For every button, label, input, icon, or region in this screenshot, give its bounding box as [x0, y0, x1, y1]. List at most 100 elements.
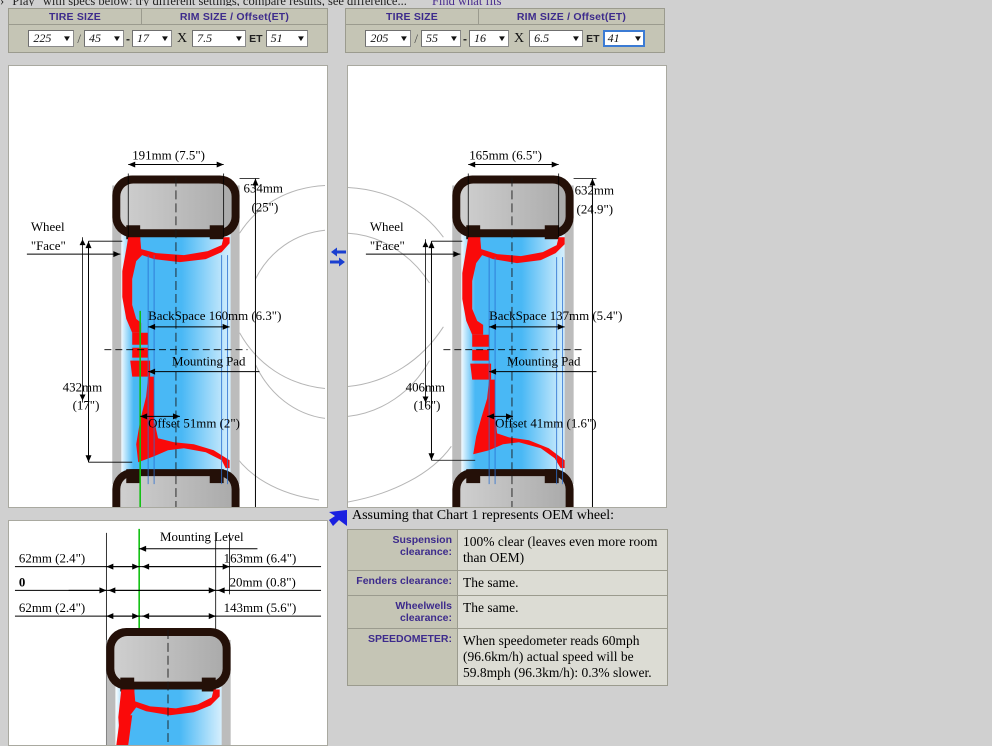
rim-width-value-left: 7.5 — [197, 31, 213, 45]
spec-left-tire-header: TIRE SIZE — [9, 9, 142, 25]
overlay-right-bot-label: 143mm (5.6") — [224, 601, 297, 615]
dim-offset: Offset 41mm (1.6") — [487, 413, 597, 430]
spec-selector-left: TIRE SIZE RIM SIZE / Offset(ET) 225 ▼ / … — [8, 8, 328, 53]
dim-tire-diameter-label: 634mm — [244, 180, 283, 195]
chevron-down-icon: ▼ — [449, 34, 460, 43]
tire-aspect-value-left: 45 — [89, 31, 102, 45]
dim-offset-label: Offset 41mm (1.6") — [495, 415, 596, 430]
dim-tire-diameter-inches: (25") — [251, 199, 278, 214]
table-row: Suspension clearance: 100% clear (leaves… — [347, 529, 668, 571]
wheel-face-callout: Wheel "Face" — [26, 219, 121, 403]
wheel-cross-section-chart-2: 165mm (6.5") 632mm (24.9") Wheel "Face" — [347, 65, 667, 508]
tire-width-select-right[interactable]: 205 ▼ — [365, 30, 412, 47]
result-value-wheelwells: The same. — [457, 594, 668, 629]
find-what-fits-link[interactable]: Find what fits — [432, 0, 501, 6]
results-heading: Assuming that Chart 1 represents OEM whe… — [352, 508, 615, 523]
dim-offset: Offset 51mm (2") — [140, 413, 240, 430]
overlay-left-bot-label: 62mm (2.4") — [19, 601, 85, 615]
spec-right-tire-header: TIRE SIZE — [346, 9, 479, 25]
et-label-right: ET — [586, 32, 600, 45]
tire-diameter-select-right[interactable]: 16 ▼ — [469, 30, 510, 47]
mounting-pad-label: Mounting Pad — [172, 354, 246, 369]
rim-width-select-right[interactable]: 6.5 ▼ — [529, 30, 584, 47]
tire-width-value-right: 205 — [370, 31, 389, 45]
chevron-down-icon: ▼ — [295, 34, 306, 43]
tire-aspect-select-right[interactable]: 55 ▼ — [421, 30, 462, 47]
dim-backspace: BackSpace 137mm (5.4") — [489, 308, 622, 330]
dim-rim-diameter-label: 432mm — [63, 380, 102, 395]
mounting-level-label: Mounting Level — [160, 530, 244, 544]
results-pointer — [327, 507, 349, 529]
overlay-row-bottom: 62mm (2.4") 143mm (5.6") — [14, 601, 322, 620]
spec-left-header-row: TIRE SIZE RIM SIZE / Offset(ET) — [9, 9, 327, 25]
chevron-down-icon: ▼ — [497, 34, 508, 43]
tire-diameter-value-left: 17 — [137, 31, 150, 45]
wheel-overlay-comparison-chart: Mounting Level 62mm (2.4") 163mm (6.4") … — [8, 520, 328, 746]
spec-right-header-row: TIRE SIZE RIM SIZE / Offset(ET) — [346, 9, 664, 25]
tire-bottom-section — [452, 469, 574, 507]
wheel-face-callout: Wheel "Face" — [365, 219, 461, 405]
tire-aspect-value-right: 55 — [426, 31, 439, 45]
result-key-fenders: Fenders clearance: — [347, 569, 458, 596]
spec-selector-right: TIRE SIZE RIM SIZE / Offset(ET) 205 ▼ / … — [345, 8, 665, 53]
spec-right-rim-header: RIM SIZE / Offset(ET) — [479, 9, 664, 25]
overlay-right-top-label: 163mm (6.4") — [224, 552, 297, 566]
dim-offset-label: Offset 51mm (2") — [148, 415, 240, 430]
overlay-left-top-label: 62mm (2.4") — [19, 552, 85, 566]
table-row: SPEEDOMETER: When speedometer reads 60mp… — [347, 627, 668, 686]
wheel-face-line1: Wheel — [31, 219, 65, 234]
spec-left-control-row: 225 ▼ / 45 ▼ - 17 ▼ X 7.5 ▼ ET 51 ▼ — [9, 25, 327, 52]
dash-separator-right: - — [463, 31, 468, 46]
tire-diameter-select-left[interactable]: 17 ▼ — [132, 30, 173, 47]
et-label-left: ET — [249, 32, 263, 45]
chevron-down-icon: ▼ — [399, 34, 410, 43]
slash-separator-left: / — [77, 30, 82, 46]
tire-top-section — [452, 175, 574, 240]
chevron-down-icon: ▼ — [632, 34, 643, 43]
dim-tire-diameter: 632mm (24.9") — [573, 178, 614, 507]
dash-separator-left: - — [126, 31, 131, 46]
chevron-down-icon: ▼ — [112, 34, 123, 43]
top-notice-bar: › "Play" with specs below: try different… — [0, 0, 992, 6]
rim-width-select-left[interactable]: 7.5 ▼ — [192, 30, 247, 47]
result-key-speedometer: SPEEDOMETER: — [347, 627, 458, 686]
dim-backspace-label: BackSpace 137mm (5.4") — [489, 308, 622, 323]
overlay-left-mid-label: 0 — [19, 575, 25, 589]
wheel-face-line2: "Face" — [370, 238, 405, 253]
left-arrow-icon — [329, 510, 347, 526]
rim-width-value-right: 6.5 — [534, 31, 550, 45]
tire-width-value-left: 225 — [33, 31, 52, 45]
dim-rim-diameter-inches: (16") — [414, 397, 441, 412]
mounting-level-callout: Mounting Level — [139, 530, 258, 552]
result-key-suspension: Suspension clearance: — [347, 529, 458, 571]
tire-width-select-left[interactable]: 225 ▼ — [28, 30, 75, 47]
chevron-down-icon: ▼ — [160, 34, 171, 43]
overlay-row-top: 62mm (2.4") 163mm (6.4") — [14, 552, 322, 570]
comparison-arcs — [231, 184, 326, 501]
offset-et-select-right[interactable]: 41 ▼ — [602, 30, 645, 47]
chevron-down-icon: ▼ — [62, 34, 73, 43]
dim-tire-diameter-label: 632mm — [575, 182, 614, 197]
result-value-speedometer: When speedometer reads 60mph (96.6km/h) … — [457, 627, 668, 686]
table-row: Fenders clearance: The same. — [347, 569, 668, 596]
dim-rim-diameter-inches: (17") — [73, 397, 100, 412]
overlay-right-mid-label: 20mm (0.8") — [230, 575, 296, 589]
spec-right-control-row: 205 ▼ / 55 ▼ - 16 ▼ X 6.5 ▼ ET 41 ▼ — [346, 25, 664, 52]
tire-aspect-select-left[interactable]: 45 ▼ — [84, 30, 125, 47]
tire-top-section — [106, 628, 231, 692]
result-value-suspension: 100% clear (leaves even more room than O… — [457, 529, 668, 571]
chevron-down-icon: ▼ — [571, 34, 582, 43]
page-root: › "Play" with specs below: try different… — [0, 0, 992, 746]
x-separator-right: X — [514, 30, 525, 46]
bullet-icon: › — [0, 0, 4, 6]
offset-et-select-left[interactable]: 51 ▼ — [265, 30, 308, 47]
swap-charts-button[interactable] — [327, 243, 349, 271]
wheel-face-line1: Wheel — [370, 219, 404, 234]
dim-backspace-label: BackSpace 160mm (6.3") — [148, 308, 281, 323]
dim-tire-diameter-inches: (24.9") — [577, 201, 613, 216]
top-notice-text: "Play" with specs below: try different s… — [7, 0, 407, 6]
mounting-pad-label: Mounting Pad — [507, 354, 581, 369]
result-value-fenders: The same. — [457, 569, 668, 596]
dim-backspace: BackSpace 160mm (6.3") — [148, 308, 281, 330]
comparison-arcs — [348, 186, 452, 503]
